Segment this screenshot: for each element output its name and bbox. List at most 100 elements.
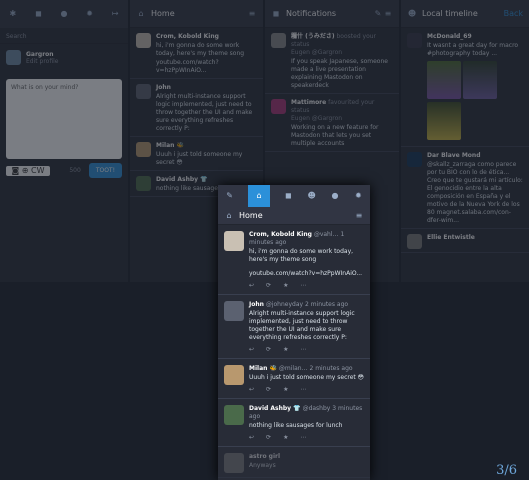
back-button[interactable]: Back (504, 9, 523, 18)
camera-icon[interactable]: ◙ ⊕ CW (6, 165, 50, 176)
search-input[interactable]: Search (0, 28, 128, 44)
users-icon[interactable]: ☻ (307, 191, 317, 201)
favourite-icon[interactable]: ★ (283, 282, 288, 290)
list-item[interactable]: Milan 🐝 Uuuh i just told someone my secre… (130, 137, 263, 171)
status-link[interactable]: youtube.com/watch?v=hzPpWInAiO... (156, 59, 257, 75)
edit-profile-link[interactable]: Edit profile (26, 58, 58, 65)
boost-icon[interactable]: ⟳ (266, 386, 271, 394)
reply-icon[interactable]: ↩ (249, 434, 254, 442)
reply-icon[interactable]: ↩ (249, 346, 254, 354)
list-item[interactable]: John⁠⁠⁠⁠ @johneyday 2 minutes ago Alrigh… (218, 295, 370, 359)
notifications-title: Notifications (286, 9, 337, 18)
reply-icon[interactable]: ↩ (249, 386, 254, 394)
status-link[interactable]: youtube.com/watch?v=hzPpWInAiO... (249, 270, 364, 278)
local-title: Local timeline (422, 9, 478, 18)
list-item[interactable]: Crom, Kobold King hi, i'm gonna do some w… (130, 28, 263, 79)
bell-icon[interactable]: ◼ (283, 191, 293, 201)
media-thumbnail[interactable] (463, 61, 497, 99)
favourite-icon[interactable]: ★ (283, 346, 288, 354)
avatar[interactable] (224, 365, 244, 385)
mobile-home-panel: ✎ ⌂ ◼ ☻ ● ✹ ⌂ Home ≡ Crom, Kobold King @va… (218, 185, 370, 480)
status-author[interactable]: Eugen @Gargron (291, 115, 393, 123)
boost-icon[interactable]: ⟳ (266, 434, 271, 442)
logout-icon[interactable]: ↦ (110, 9, 120, 19)
home-icon[interactable]: ⌂ (247, 185, 270, 207)
status-author[interactable]: Ellie Entwistle (427, 234, 475, 242)
avatar[interactable] (224, 405, 244, 425)
more-icon[interactable]: ⋯ (300, 386, 306, 394)
notification-item[interactable]: 鿠什 (うみださ) boosted your status Eugen @Garg… (265, 28, 399, 94)
user-name: Gargron (26, 50, 54, 58)
status-handle[interactable]: @dashby (303, 405, 331, 412)
status-time[interactable]: 2 minutes ago (305, 301, 348, 308)
status-author[interactable]: McDonald_69 (427, 33, 523, 41)
status-text: It wasnt a great day for macro #photogra… (427, 42, 519, 57)
favourite-icon[interactable]: ★ (283, 386, 288, 394)
globe-icon[interactable]: ● (59, 9, 69, 19)
list-item[interactable]: astro girl Anyways (218, 447, 370, 478)
status-text: Alright multi-instance support logic imp… (249, 310, 355, 341)
cw-label[interactable]: CW (31, 166, 45, 175)
sliders-icon[interactable]: ≡ (247, 9, 257, 19)
sliders-icon[interactable]: ≡ (383, 9, 393, 19)
media-thumbnail[interactable] (427, 102, 461, 140)
more-icon[interactable]: ⋯ (300, 434, 306, 442)
compose-column: ✱ ◼ ● ✹ ↦ Search Gargron Edit profile Wh… (0, 0, 129, 282)
notification-actor[interactable]: Mattimore (291, 99, 326, 106)
current-user: Gargron Edit profile (0, 44, 128, 71)
status-author[interactable]: David Ashby 👕 (156, 176, 249, 184)
compose-textarea[interactable]: What is on your mind? (6, 79, 122, 159)
eraser-icon[interactable]: ✎ (373, 9, 383, 19)
list-item[interactable]: Crom, Kobold King @vahl… 1 minutes ago h… (218, 225, 370, 295)
more-icon[interactable]: ⋯ (300, 282, 306, 290)
compose-icon[interactable]: ✎ (225, 191, 235, 201)
status-author[interactable]: Milan 🐝 (249, 365, 277, 372)
list-item[interactable]: Dar Blave Mond @skallz_zarraga como parec… (401, 147, 529, 229)
media-thumbnail[interactable] (427, 61, 461, 99)
notification-actor[interactable]: 鿠什 (うみださ) (291, 33, 335, 40)
status-author[interactable]: John⁠⁠⁠⁠ (249, 301, 264, 308)
list-item[interactable]: Ellie Entwistle (401, 229, 529, 253)
status-author[interactable]: John⁠⁠⁠⁠ (156, 84, 257, 92)
status-author[interactable]: Crom, Kobold King (249, 231, 312, 238)
avatar[interactable] (224, 301, 244, 321)
gear-icon[interactable]: ✹ (353, 191, 363, 201)
status-author[interactable]: Eugen @Gargron (291, 49, 393, 57)
notification-item[interactable]: Mattimore favourited your status Eugen @G… (265, 94, 399, 152)
status-author[interactable]: astro girl (249, 453, 364, 461)
sliders-icon[interactable]: ≡ (354, 211, 364, 221)
status-text: Working on a new feature for Mastodon th… (291, 124, 379, 147)
gear-icon[interactable]: ✹ (85, 9, 95, 19)
favourite-icon[interactable]: ★ (283, 434, 288, 442)
avatar[interactable] (224, 453, 244, 473)
status-author[interactable]: David Ashby 👕 (249, 405, 301, 412)
status-handle[interactable]: @milan… (279, 365, 308, 372)
list-item[interactable]: David Ashby 👕 @dashby 3 minutes ago noth… (218, 399, 370, 447)
char-counter: 500 (69, 167, 81, 174)
status-handle[interactable]: @johneyday (266, 301, 303, 308)
status-author[interactable]: Crom, Kobold King (156, 33, 257, 41)
globe-icon[interactable]: ● (330, 191, 340, 201)
status-handle[interactable]: @vahl… (314, 231, 339, 238)
status-author[interactable]: Milan 🐝 (156, 142, 257, 150)
boost-icon[interactable]: ⟳ (266, 282, 271, 290)
bell-icon: ◼ (272, 8, 280, 18)
status-time[interactable]: 2 minutes ago (309, 365, 352, 372)
more-icon[interactable]: ⋯ (300, 346, 306, 354)
avatar[interactable] (6, 50, 21, 65)
slide-counter: 3/6 (496, 463, 517, 478)
asterisk-icon[interactable]: ✱ (8, 9, 18, 19)
status-text: Alright multi-instance support logic imp… (156, 93, 253, 132)
toot-button[interactable]: TOOT! (88, 163, 122, 178)
status-text: nothing like sausages for lunch (249, 422, 343, 429)
compose-nav: ✱ ◼ ● ✹ ↦ (0, 0, 128, 28)
boost-icon[interactable]: ⟳ (266, 346, 271, 354)
list-item[interactable]: McDonald_69 It wasnt a great day for macr… (401, 28, 529, 147)
status-author[interactable]: Dar Blave Mond (427, 152, 523, 160)
list-item[interactable]: Milan 🐝 @milan… 2 minutes ago Uuuh i jus… (218, 359, 370, 399)
list-item[interactable]: John⁠⁠⁠⁠Alright multi-instance support l… (130, 79, 263, 137)
bell-icon[interactable]: ◼ (33, 9, 43, 19)
reply-icon[interactable]: ↩ (249, 282, 254, 290)
status-text: Uuuh i just told someone my secret 😳 (249, 374, 364, 381)
avatar[interactable] (224, 231, 244, 251)
